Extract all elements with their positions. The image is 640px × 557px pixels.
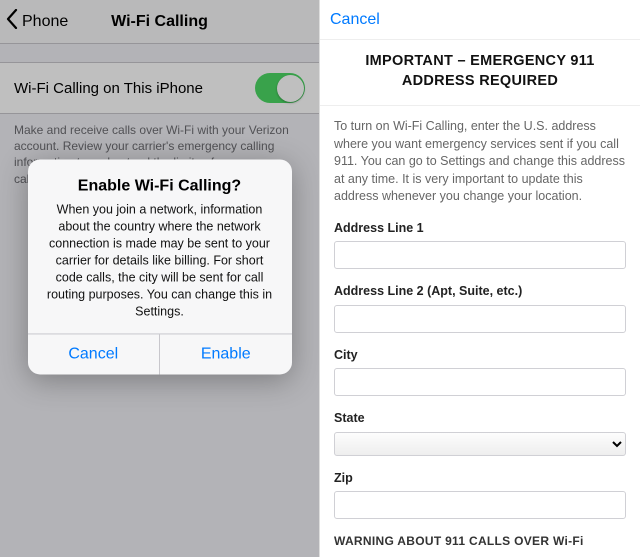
field-state: State (334, 410, 626, 456)
form-body: To turn on Wi-Fi Calling, enter the U.S.… (320, 106, 640, 557)
alert-body: Enable Wi-Fi Calling? When you join a ne… (28, 160, 292, 334)
alert-cancel-button[interactable]: Cancel (28, 335, 161, 375)
toggle-label: Wi-Fi Calling on This iPhone (14, 80, 203, 97)
warning-header: WARNING ABOUT 911 CALLS OVER Wi-Fi (334, 533, 626, 550)
input-zip[interactable] (334, 491, 626, 519)
form-intro: To turn on Wi-Fi Calling, enter the U.S.… (334, 118, 626, 206)
label-address2: Address Line 2 (Apt, Suite, etc.) (334, 283, 626, 301)
cancel-button[interactable]: Cancel (330, 11, 380, 29)
input-address2[interactable] (334, 305, 626, 333)
label-state: State (334, 410, 626, 428)
select-state[interactable] (334, 432, 626, 456)
input-city[interactable] (334, 368, 626, 396)
form-header: IMPORTANT – EMERGENCY 911 ADDRESS REQUIR… (320, 40, 640, 106)
form-navbar: Cancel (320, 0, 640, 40)
field-zip: Zip (334, 470, 626, 520)
alert-enable-button[interactable]: Enable (160, 335, 292, 375)
navbar: Phone Wi-Fi Calling (0, 0, 319, 44)
wifi-calling-toggle-cell[interactable]: Wi-Fi Calling on This iPhone (0, 62, 319, 114)
enable-alert: Enable Wi-Fi Calling? When you join a ne… (28, 160, 292, 375)
back-button[interactable]: Phone (0, 9, 68, 34)
field-city: City (334, 347, 626, 397)
field-address1: Address Line 1 (334, 220, 626, 270)
alert-title: Enable Wi-Fi Calling? (42, 178, 278, 196)
alert-buttons: Cancel Enable (28, 334, 292, 375)
field-address2: Address Line 2 (Apt, Suite, etc.) (334, 283, 626, 333)
label-city: City (334, 347, 626, 365)
back-label: Phone (22, 13, 68, 31)
label-zip: Zip (334, 470, 626, 488)
settings-screen: Phone Wi-Fi Calling Wi-Fi Calling on Thi… (0, 0, 320, 557)
alert-message: When you join a network, information abo… (42, 202, 278, 320)
label-address1: Address Line 1 (334, 220, 626, 238)
input-address1[interactable] (334, 241, 626, 269)
toggle-switch[interactable] (255, 73, 305, 103)
address-form-screen: Cancel IMPORTANT – EMERGENCY 911 ADDRESS… (320, 0, 640, 557)
chevron-left-icon (6, 9, 22, 34)
